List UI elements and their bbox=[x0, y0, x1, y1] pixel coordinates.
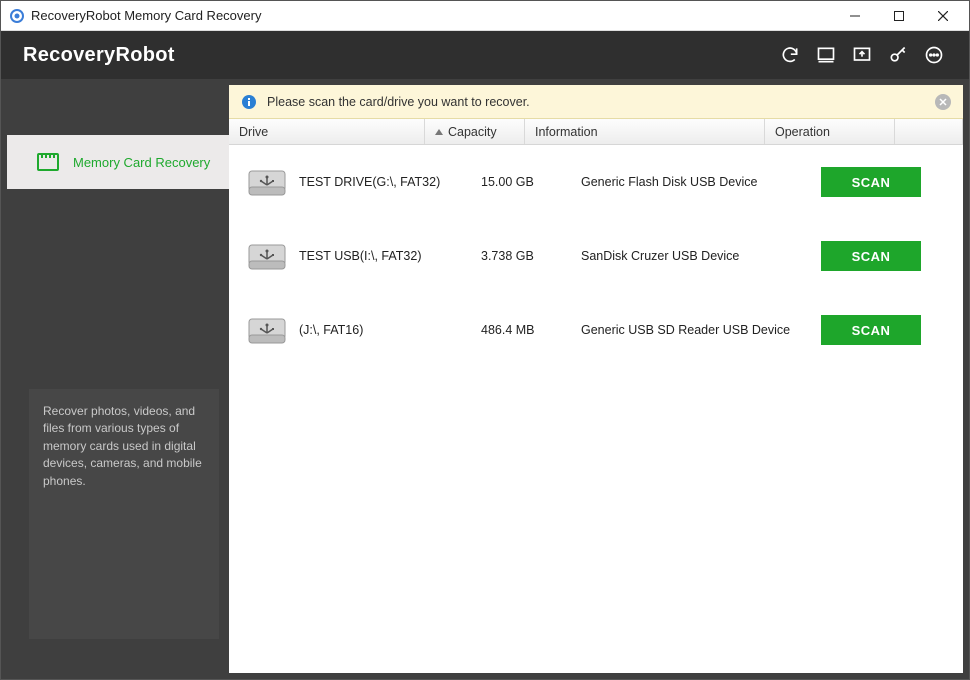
table-row: TEST DRIVE(G:\, FAT32) 15.00 GB Generic … bbox=[229, 145, 963, 219]
drive-capacity: 486.4 MB bbox=[481, 323, 581, 337]
main-area: Memory Card Recovery Recover photos, vid… bbox=[1, 79, 969, 679]
usb-drive-icon bbox=[245, 311, 289, 349]
table-header: Drive Capacity Information Operation bbox=[229, 119, 963, 145]
window-title: RecoveryRobot Memory Card Recovery bbox=[31, 8, 261, 23]
column-header-drive[interactable]: Drive bbox=[229, 119, 425, 144]
sidebar-description: Recover photos, videos, and files from v… bbox=[29, 389, 219, 639]
column-header-spacer bbox=[895, 119, 963, 144]
scan-button[interactable]: SCAN bbox=[821, 315, 921, 345]
refresh-icon[interactable] bbox=[773, 38, 807, 72]
drive-information: Generic USB SD Reader USB Device bbox=[581, 323, 821, 337]
header-bar: RecoveryRobot bbox=[1, 31, 969, 79]
drive-name: TEST DRIVE(G:\, FAT32) bbox=[299, 175, 481, 189]
scan-button[interactable]: SCAN bbox=[821, 241, 921, 271]
info-bar: Please scan the card/drive you want to r… bbox=[229, 85, 963, 119]
scan-button[interactable]: SCAN bbox=[821, 167, 921, 197]
more-icon[interactable] bbox=[917, 38, 951, 72]
drive-capacity: 15.00 GB bbox=[481, 175, 581, 189]
memory-card-icon bbox=[37, 153, 59, 171]
drive-information: Generic Flash Disk USB Device bbox=[581, 175, 821, 189]
table-row: TEST USB(I:\, FAT32) 3.738 GB SanDisk Cr… bbox=[229, 219, 963, 293]
app-icon bbox=[9, 8, 25, 24]
drive-information: SanDisk Cruzer USB Device bbox=[581, 249, 821, 263]
sort-asc-icon bbox=[435, 129, 443, 135]
window-close-button[interactable] bbox=[921, 2, 965, 30]
info-message: Please scan the card/drive you want to r… bbox=[267, 95, 530, 109]
table-body: TEST DRIVE(G:\, FAT32) 15.00 GB Generic … bbox=[229, 145, 963, 673]
column-header-information[interactable]: Information bbox=[525, 119, 765, 144]
drive-capacity: 3.738 GB bbox=[481, 249, 581, 263]
column-header-operation[interactable]: Operation bbox=[765, 119, 895, 144]
monitor-icon[interactable] bbox=[809, 38, 843, 72]
key-icon[interactable] bbox=[881, 38, 915, 72]
info-icon bbox=[241, 94, 257, 110]
table-row: (J:\, FAT16) 486.4 MB Generic USB SD Rea… bbox=[229, 293, 963, 367]
window-minimize-button[interactable] bbox=[833, 2, 877, 30]
drive-name: TEST USB(I:\, FAT32) bbox=[299, 249, 481, 263]
usb-drive-icon bbox=[245, 237, 289, 275]
brand-title: RecoveryRobot bbox=[23, 44, 175, 67]
sidebar-item-label: Memory Card Recovery bbox=[73, 155, 210, 170]
window-titlebar: RecoveryRobot Memory Card Recovery bbox=[1, 1, 969, 31]
sidebar-item-memory-card-recovery[interactable]: Memory Card Recovery bbox=[7, 135, 229, 189]
sidebar: Memory Card Recovery Recover photos, vid… bbox=[7, 85, 229, 673]
column-header-capacity[interactable]: Capacity bbox=[425, 119, 525, 144]
usb-drive-icon bbox=[245, 163, 289, 201]
info-close-button[interactable] bbox=[935, 94, 951, 110]
drive-name: (J:\, FAT16) bbox=[299, 323, 481, 337]
window-maximize-button[interactable] bbox=[877, 2, 921, 30]
content-panel: Please scan the card/drive you want to r… bbox=[229, 85, 963, 673]
image-load-icon[interactable] bbox=[845, 38, 879, 72]
